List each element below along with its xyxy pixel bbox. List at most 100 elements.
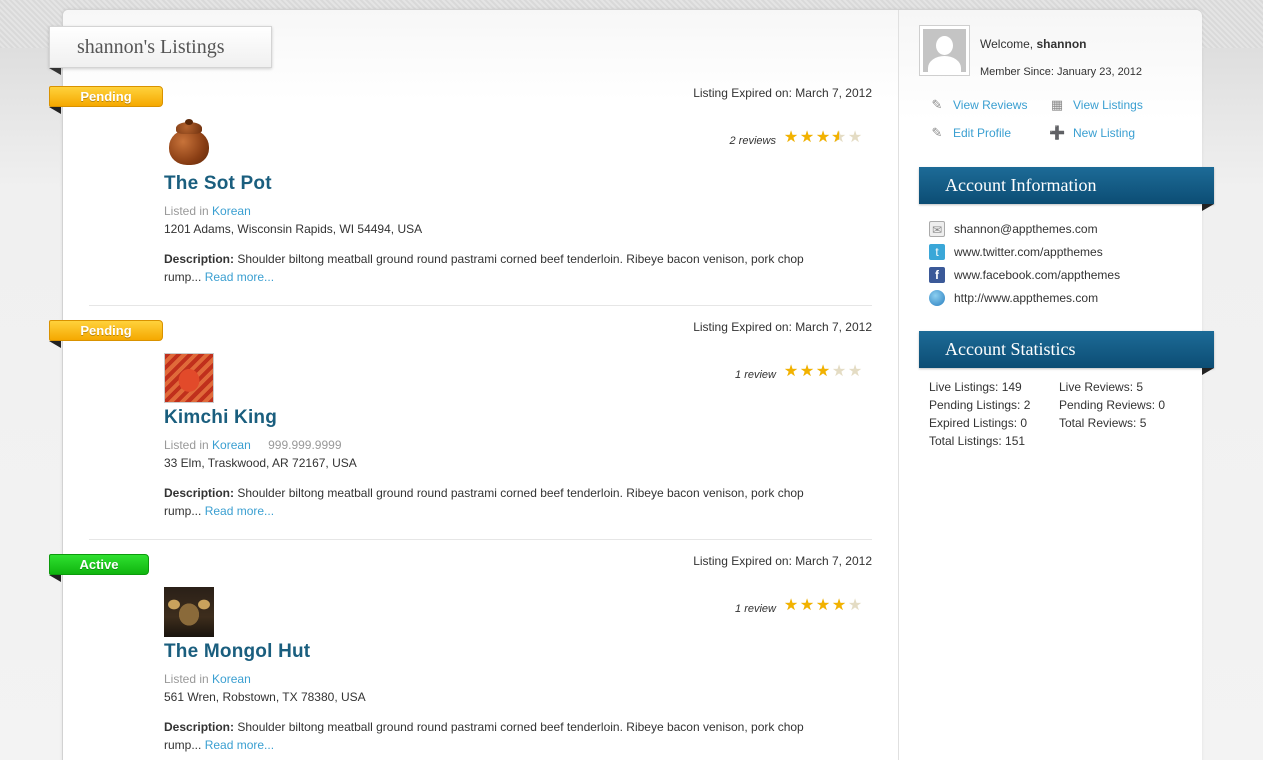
view-listings-label: View Listings xyxy=(1073,98,1143,112)
new-listing-label: New Listing xyxy=(1073,126,1136,140)
star-icon: ★★ xyxy=(815,129,831,146)
view-reviews-link[interactable]: ✎ View Reviews xyxy=(929,97,1028,113)
view-listings-link[interactable]: ▦ View Listings xyxy=(1049,97,1143,113)
stat-live-reviews: Live Reviews: 5 xyxy=(1059,380,1144,394)
welcome-text: Welcome, shannon xyxy=(980,37,1086,51)
username: shannon xyxy=(1036,37,1087,51)
contact-website[interactable]: . http://www.appthemes.com xyxy=(929,290,1098,306)
member-since: Member Since: January 23, 2012 xyxy=(980,66,1143,78)
star-icon: ★★ xyxy=(847,597,863,614)
mail-icon: ✉ xyxy=(929,221,945,237)
star-icon: ★★ xyxy=(799,363,815,380)
listing-divider xyxy=(89,539,872,540)
star-icon: ★★ xyxy=(799,129,815,146)
globe-icon: . xyxy=(929,290,945,306)
star-icon: ★★ xyxy=(783,597,799,614)
listing-expired-date: Listing Expired on: March 7, 2012 xyxy=(693,320,872,334)
listing-phone: 999.999.9999 xyxy=(268,438,342,452)
description-label: Description: xyxy=(164,252,235,266)
listing-meta: Listed in Korean xyxy=(164,204,251,218)
listing-item: Pending Listing Expired on: March 7, 201… xyxy=(49,320,899,554)
heading-fold xyxy=(1202,368,1214,375)
listing-address: 561 Wren, Robstown, TX 78380, USA xyxy=(164,690,366,704)
listing-meta: Listed in Korean xyxy=(164,672,251,686)
view-reviews-label: View Reviews xyxy=(953,98,1028,112)
badge-fold xyxy=(49,575,61,582)
star-rating: ★★★★★★★★★★ xyxy=(783,364,863,380)
status-badge: Pending xyxy=(49,86,163,107)
edit-profile-link[interactable]: ✎ Edit Profile xyxy=(929,125,1011,141)
listing-address: 33 Elm, Traskwood, AR 72167, USA xyxy=(164,456,357,470)
account-information-heading: Account Information xyxy=(919,167,1214,204)
edit-icon: ✎ xyxy=(931,125,943,140)
review-count[interactable]: 2 reviews xyxy=(730,135,776,147)
star-icon: ★★ xyxy=(847,363,863,380)
title-ribbon-fold xyxy=(49,68,61,75)
listed-in-label: Listed in xyxy=(164,204,209,218)
facebook-icon: f xyxy=(929,267,945,283)
review-count[interactable]: 1 review xyxy=(735,369,776,381)
read-more-link[interactable]: Read more... xyxy=(205,504,274,518)
add-document-icon: ➕ xyxy=(1049,125,1066,140)
account-statistics-heading: Account Statistics xyxy=(919,331,1214,368)
listing-divider xyxy=(89,305,872,306)
status-badge: Active xyxy=(49,554,149,575)
star-icon: ★★ xyxy=(831,363,847,380)
listing-title[interactable]: The Mongol Hut xyxy=(164,641,310,663)
contact-email[interactable]: ✉ shannon@appthemes.com xyxy=(929,221,1098,237)
stat-expired-listings: Expired Listings: 0 xyxy=(929,416,1028,430)
star-icon: ★★ xyxy=(831,129,847,146)
website-text: http://www.appthemes.com xyxy=(954,291,1099,305)
star-icon: ★★ xyxy=(783,129,799,146)
listings-icon: ▦ xyxy=(1050,97,1064,112)
listing-description: Description: Shoulder biltong meatball g… xyxy=(164,250,834,286)
read-more-link[interactable]: Read more... xyxy=(205,270,274,284)
stat-live-listings: Live Listings: 149 xyxy=(929,380,1022,394)
listing-description: Description: Shoulder biltong meatball g… xyxy=(164,484,834,520)
sidebar: Welcome, shannon Member Since: January 2… xyxy=(899,10,1214,760)
listing-thumbnail[interactable] xyxy=(164,353,214,403)
star-icon: ★★ xyxy=(831,597,847,614)
star-icon: ★★ xyxy=(783,363,799,380)
star-icon: ★★ xyxy=(799,597,815,614)
listing-description: Description: Shoulder biltong meatball g… xyxy=(164,718,834,754)
page-container: shannon's Listings Pending Listing Expir… xyxy=(49,9,1214,760)
listed-in-label: Listed in xyxy=(164,438,209,452)
page-title: shannon's Listings xyxy=(49,26,272,68)
main-content: shannon's Listings Pending Listing Expir… xyxy=(49,10,899,760)
avatar[interactable] xyxy=(919,25,970,76)
description-label: Description: xyxy=(164,486,235,500)
edit-profile-label: Edit Profile xyxy=(953,126,1012,140)
listing-item: Active Listing Expired on: March 7, 2012… xyxy=(49,554,899,760)
star-rating: ★★★★★★★★★★ xyxy=(783,598,863,614)
category-link[interactable]: Korean xyxy=(212,672,251,686)
listing-thumbnail[interactable] xyxy=(164,587,214,637)
star-icon: ★★ xyxy=(847,129,863,146)
listing-meta: Listed in Korean 999.999.9999 xyxy=(164,438,342,452)
twitter-icon: t xyxy=(929,244,945,260)
category-link[interactable]: Korean xyxy=(212,204,251,218)
star-rating: ★★★★★★★★★★ xyxy=(783,130,863,146)
listing-title[interactable]: Kimchi King xyxy=(164,407,277,429)
stat-total-listings: Total Listings: 151 xyxy=(929,434,1026,448)
read-more-link[interactable]: Read more... xyxy=(205,738,274,752)
listing-thumbnail[interactable] xyxy=(164,119,214,169)
facebook-text: www.facebook.com/appthemes xyxy=(954,268,1121,282)
badge-fold xyxy=(49,107,61,114)
stat-total-reviews: Total Reviews: 5 xyxy=(1059,416,1147,430)
stat-pending-reviews: Pending Reviews: 0 xyxy=(1059,398,1166,412)
category-link[interactable]: Korean xyxy=(212,438,251,452)
contact-twitter[interactable]: t www.twitter.com/appthemes xyxy=(929,244,1103,260)
star-icon: ★★ xyxy=(815,597,831,614)
email-text: shannon@appthemes.com xyxy=(954,222,1098,236)
welcome-label: Welcome, xyxy=(980,37,1034,51)
listing-expired-date: Listing Expired on: March 7, 2012 xyxy=(693,86,872,100)
stat-pending-listings: Pending Listings: 2 xyxy=(929,398,1031,412)
new-listing-link[interactable]: ➕ New Listing xyxy=(1049,125,1135,141)
listing-address: 1201 Adams, Wisconsin Rapids, WI 54494, … xyxy=(164,222,423,236)
contact-facebook[interactable]: f www.facebook.com/appthemes xyxy=(929,267,1120,283)
listing-item: Pending Listing Expired on: March 7, 201… xyxy=(49,86,899,320)
heading-fold xyxy=(1202,204,1214,211)
review-count[interactable]: 1 review xyxy=(735,603,776,615)
listing-title[interactable]: The Sot Pot xyxy=(164,173,272,195)
